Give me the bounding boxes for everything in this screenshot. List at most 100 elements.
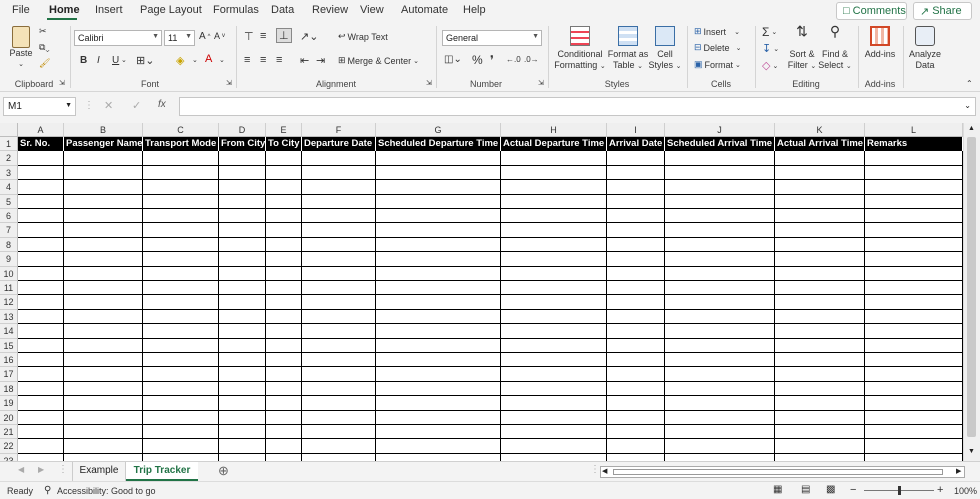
table-cell[interactable] <box>219 425 266 440</box>
zoom-level[interactable]: 100% <box>954 486 977 496</box>
table-cell[interactable] <box>775 453 865 461</box>
table-cell[interactable] <box>302 223 376 238</box>
table-cell[interactable] <box>302 425 376 440</box>
row-header[interactable]: 22 <box>0 439 18 454</box>
table-cell[interactable] <box>219 237 266 253</box>
font-color-icon[interactable]: A <box>205 53 212 65</box>
table-cell[interactable] <box>302 180 376 195</box>
header-cell[interactable]: Scheduled Departure Time <box>376 137 501 152</box>
sort-filter-button[interactable]: ⇅ Sort & Filter ⌄ <box>786 24 818 72</box>
table-cell[interactable] <box>865 209 963 224</box>
table-cell[interactable] <box>64 281 143 296</box>
table-cell[interactable] <box>607 209 665 224</box>
table-cell[interactable] <box>607 425 665 440</box>
format-as-table-button[interactable]: Format as Table ⌄ <box>607 26 649 72</box>
table-cell[interactable] <box>376 194 501 209</box>
cell-styles-button[interactable]: Cell Styles ⌄ <box>648 26 682 72</box>
table-cell[interactable] <box>376 453 501 461</box>
table-cell[interactable] <box>64 396 143 411</box>
header-cell[interactable]: Remarks <box>865 137 963 152</box>
table-cell[interactable] <box>143 425 219 440</box>
table-cell[interactable] <box>775 425 865 440</box>
table-cell[interactable] <box>775 295 865 310</box>
table-cell[interactable] <box>64 410 143 425</box>
table-cell[interactable] <box>607 237 665 253</box>
table-cell[interactable] <box>607 281 665 296</box>
table-cell[interactable] <box>665 165 775 181</box>
table-cell[interactable] <box>376 237 501 253</box>
table-cell[interactable] <box>143 453 219 461</box>
row-header[interactable]: 9 <box>0 252 18 267</box>
header-cell[interactable]: Transport Mode <box>143 137 219 152</box>
table-cell[interactable] <box>501 425 607 440</box>
column-header[interactable]: K <box>775 123 865 137</box>
table-cell[interactable] <box>501 381 607 397</box>
table-cell[interactable] <box>501 367 607 382</box>
table-cell[interactable] <box>302 209 376 224</box>
row-header[interactable]: 21 <box>0 425 18 440</box>
table-cell[interactable] <box>143 151 219 166</box>
table-cell[interactable] <box>607 309 665 325</box>
table-cell[interactable] <box>266 281 302 296</box>
table-cell[interactable] <box>219 396 266 411</box>
tab-next-icon[interactable]: ▶ <box>38 465 44 474</box>
table-cell[interactable] <box>376 281 501 296</box>
table-cell[interactable] <box>501 194 607 209</box>
table-cell[interactable] <box>302 309 376 325</box>
table-cell[interactable] <box>376 295 501 310</box>
row-header[interactable]: 20 <box>0 410 18 425</box>
table-cell[interactable] <box>18 180 64 195</box>
zoom-slider-thumb[interactable] <box>898 486 901 495</box>
row-header[interactable]: 11 <box>0 281 18 296</box>
table-cell[interactable] <box>266 381 302 397</box>
table-cell[interactable] <box>143 237 219 253</box>
table-cell[interactable] <box>665 396 775 411</box>
table-cell[interactable] <box>501 439 607 454</box>
table-cell[interactable] <box>219 410 266 425</box>
table-cell[interactable] <box>143 252 219 267</box>
percent-style-icon[interactable]: % <box>472 53 483 67</box>
table-cell[interactable] <box>376 353 501 368</box>
table-cell[interactable] <box>501 295 607 310</box>
table-cell[interactable] <box>143 367 219 382</box>
table-cell[interactable] <box>219 381 266 397</box>
table-cell[interactable] <box>64 439 143 454</box>
table-cell[interactable] <box>18 194 64 209</box>
table-cell[interactable] <box>18 309 64 325</box>
decrease-font-icon[interactable]: Av <box>214 31 225 41</box>
row-header[interactable]: 16 <box>0 353 18 368</box>
formula-input[interactable]: ⌄ <box>179 97 976 116</box>
table-cell[interactable] <box>865 281 963 296</box>
table-cell[interactable] <box>865 396 963 411</box>
row-header[interactable]: 1 <box>0 137 18 152</box>
table-cell[interactable] <box>143 180 219 195</box>
dialog-launcher-icon[interactable]: ⇲ <box>538 79 544 87</box>
table-cell[interactable] <box>376 410 501 425</box>
font-size-select[interactable]: 11 ▼ <box>164 30 195 46</box>
merge-center-button[interactable]: ⊞ Merge & Center ⌄ <box>338 55 419 66</box>
table-cell[interactable] <box>18 295 64 310</box>
table-cell[interactable] <box>775 309 865 325</box>
row-header[interactable]: 19 <box>0 396 18 411</box>
table-cell[interactable] <box>266 396 302 411</box>
tab-splitter-icon[interactable]: ⋮ <box>590 464 600 475</box>
table-cell[interactable] <box>665 425 775 440</box>
tab-trip-tracker[interactable]: Trip Tracker <box>126 462 198 481</box>
menu-data[interactable]: Data <box>271 4 294 16</box>
row-header[interactable]: 23 <box>0 453 18 461</box>
table-cell[interactable] <box>143 295 219 310</box>
table-cell[interactable] <box>865 180 963 195</box>
table-cell[interactable] <box>266 165 302 181</box>
table-cell[interactable] <box>266 338 302 353</box>
cancel-icon[interactable]: ✕ <box>104 99 113 112</box>
table-cell[interactable] <box>775 396 865 411</box>
horizontal-scroll-thumb[interactable] <box>613 469 943 475</box>
table-cell[interactable] <box>302 367 376 382</box>
italic-icon[interactable]: I <box>97 55 100 66</box>
table-cell[interactable] <box>376 209 501 224</box>
vertical-scroll-thumb[interactable] <box>967 137 976 437</box>
table-cell[interactable] <box>376 324 501 339</box>
table-cell[interactable] <box>219 324 266 339</box>
tab-prev-icon[interactable]: ◀ <box>18 465 24 474</box>
table-cell[interactable] <box>266 223 302 238</box>
